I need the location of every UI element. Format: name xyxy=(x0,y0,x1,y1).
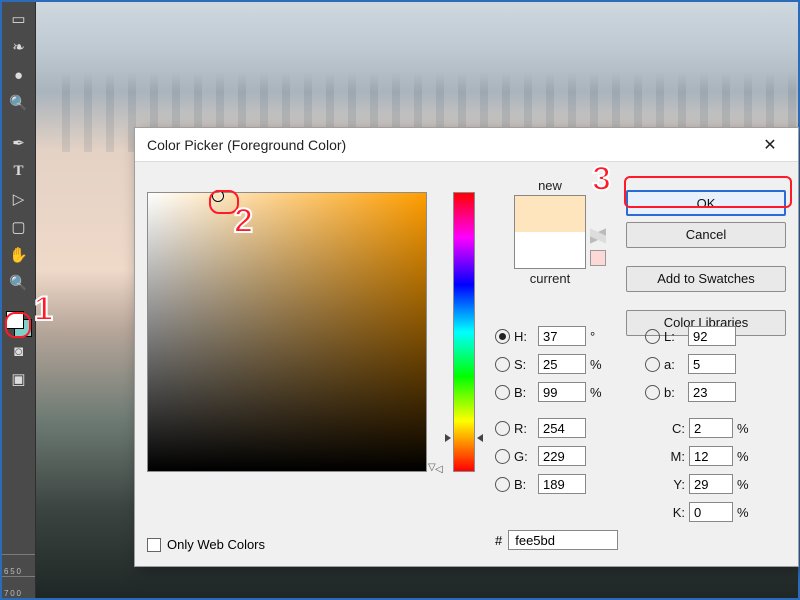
r-row: R: xyxy=(495,414,645,442)
web-colors-label: Only Web Colors xyxy=(167,537,265,552)
g-row: G: xyxy=(495,442,645,470)
foreground-color-swatch[interactable] xyxy=(6,311,24,329)
saturation-brightness-field[interactable] xyxy=(147,192,427,472)
pen-tool-icon[interactable]: ✒ xyxy=(6,130,32,156)
b-rgb-field[interactable] xyxy=(538,474,586,494)
bval-row: B: % xyxy=(495,378,645,406)
quickmask-tool-icon[interactable]: ◙ xyxy=(6,338,32,364)
m-row: M: % xyxy=(665,442,755,470)
spacer xyxy=(626,254,786,260)
m-unit: % xyxy=(737,449,755,464)
foreground-background-colors[interactable] xyxy=(5,310,33,338)
y-unit: % xyxy=(737,477,755,492)
y-field[interactable] xyxy=(689,474,733,494)
separator xyxy=(6,118,32,128)
h-row: H: ° xyxy=(495,322,645,350)
new-color[interactable] xyxy=(515,196,585,232)
r-field[interactable] xyxy=(538,418,586,438)
zoom-tool-icon[interactable]: 🔍 xyxy=(6,90,32,116)
b-rgb-label: B: xyxy=(514,477,534,492)
new-current-swatch: new current xyxy=(495,178,605,286)
sv-picker-ring[interactable] xyxy=(212,190,224,202)
b-hsb-label: B: xyxy=(514,385,534,400)
separator xyxy=(6,298,32,304)
g-field[interactable] xyxy=(538,446,586,466)
current-color[interactable] xyxy=(515,232,585,268)
color-picker-dialog: Color Picker (Foreground Color) ✕ ▽ ◁ ne… xyxy=(134,127,799,567)
tool-strip: ▭ ❧ ● 🔍 ✒ T ▷ ▢ ✋ 🔍 ◙ ▣ 6 5 0 7 0 0 xyxy=(2,2,36,598)
hex-row: # xyxy=(495,530,618,550)
h-label: H: xyxy=(514,329,534,344)
b-hsb-radio[interactable] xyxy=(495,385,510,400)
blur-tool-icon[interactable]: ● xyxy=(6,62,32,88)
close-icon[interactable]: ✕ xyxy=(750,131,790,159)
a-radio[interactable] xyxy=(645,357,660,372)
k-row: K: % xyxy=(665,498,755,526)
marquee-tool-icon[interactable]: ▭ xyxy=(6,6,32,32)
gamut-color-swatch[interactable] xyxy=(590,250,606,266)
h-field[interactable] xyxy=(538,326,586,346)
c-unit: % xyxy=(737,421,755,436)
b-hsb-field[interactable] xyxy=(538,382,586,402)
k-label: K: xyxy=(665,505,685,520)
gamut-warning-icon[interactable] xyxy=(590,226,606,242)
s-label: S: xyxy=(514,357,534,372)
b-hsb-unit: % xyxy=(590,385,608,400)
cancel-button[interactable]: Cancel xyxy=(626,222,786,248)
current-label: current xyxy=(495,271,605,286)
annotation-1: 1 xyxy=(34,290,53,329)
s-field[interactable] xyxy=(538,354,586,374)
s-row: S: % xyxy=(495,350,645,378)
c-row: C: % xyxy=(665,414,755,442)
s-unit: % xyxy=(590,357,608,372)
y-row: Y: % xyxy=(665,470,755,498)
color-swatch[interactable] xyxy=(514,195,586,269)
b-rgb-radio[interactable] xyxy=(495,477,510,492)
m-field[interactable] xyxy=(689,446,733,466)
h-radio[interactable] xyxy=(495,329,510,344)
screenmode-tool-icon[interactable]: ▣ xyxy=(6,366,32,392)
k-field[interactable] xyxy=(689,502,733,522)
ruler-tick: 6 5 0 xyxy=(2,554,35,576)
add-to-swatches-button[interactable]: Add to Swatches xyxy=(626,266,786,292)
r-radio[interactable] xyxy=(495,421,510,436)
chevron-right-icon: ◁ xyxy=(435,464,443,475)
hex-field[interactable] xyxy=(508,530,618,550)
c-field[interactable] xyxy=(689,418,733,438)
magnifier-tool-icon[interactable]: 🔍 xyxy=(6,270,32,296)
dialog-title: Color Picker (Foreground Color) xyxy=(147,137,750,153)
ok-button[interactable]: OK xyxy=(626,190,786,216)
web-colors-checkbox[interactable] xyxy=(147,538,161,552)
hand-tool-icon[interactable]: ✋ xyxy=(6,242,32,268)
path-select-tool-icon[interactable]: ▷ xyxy=(6,186,32,212)
shape-tool-icon[interactable]: ▢ xyxy=(6,214,32,240)
brgb-row: B: xyxy=(495,470,645,498)
s-radio[interactable] xyxy=(495,357,510,372)
dialog-titlebar[interactable]: Color Picker (Foreground Color) ✕ xyxy=(135,128,798,162)
type-tool-icon[interactable]: T xyxy=(6,158,32,184)
app-canvas: ▭ ❧ ● 🔍 ✒ T ▷ ▢ ✋ 🔍 ◙ ▣ 6 5 0 7 0 0 Colo… xyxy=(0,0,800,600)
web-colors-row: Only Web Colors xyxy=(147,537,265,552)
vertical-ruler: 6 5 0 7 0 0 xyxy=(2,402,35,598)
k-unit: % xyxy=(737,505,755,520)
eyedropper-tool-icon[interactable]: ❧ xyxy=(6,34,32,60)
b-lab-radio[interactable] xyxy=(645,385,660,400)
value-grid: H: ° S: % B: % xyxy=(495,322,786,498)
r-label: R: xyxy=(514,421,534,436)
y-label: Y: xyxy=(665,477,685,492)
ruler-tick: 7 0 0 xyxy=(2,576,35,598)
spacer xyxy=(626,298,786,304)
new-label: new xyxy=(495,178,605,193)
g-radio[interactable] xyxy=(495,449,510,464)
l-radio[interactable] xyxy=(645,329,660,344)
c-label: C: xyxy=(665,421,685,436)
hex-prefix: # xyxy=(495,533,502,548)
m-label: M: xyxy=(665,449,685,464)
hue-slider[interactable] xyxy=(453,192,475,472)
h-unit: ° xyxy=(590,329,608,344)
g-label: G: xyxy=(514,449,534,464)
